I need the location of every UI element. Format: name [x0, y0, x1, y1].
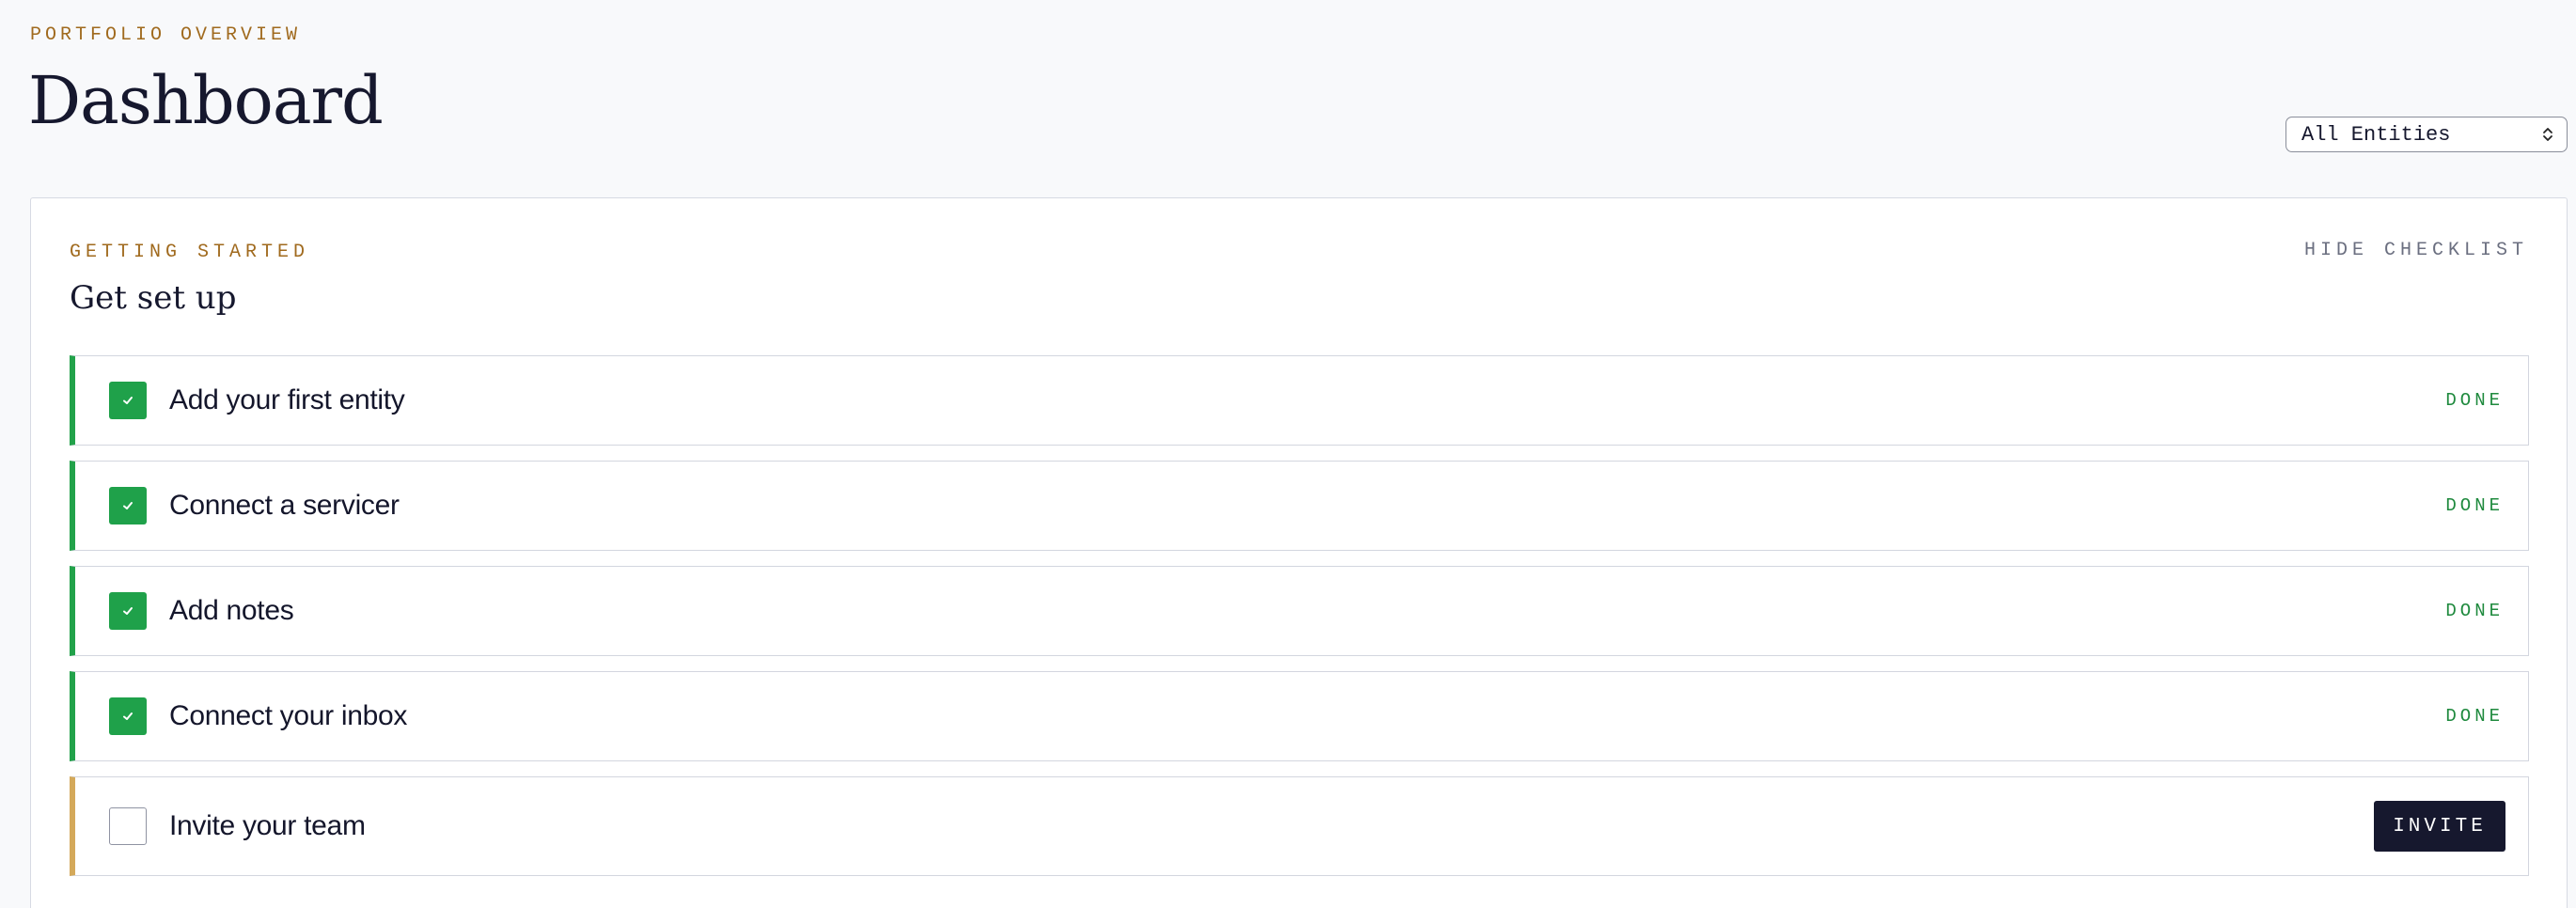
checklist-item-invite-team[interactable]: Invite your team INVITE [70, 776, 2529, 876]
checklist-item-label: Add notes [169, 595, 294, 626]
check-icon[interactable] [109, 487, 147, 524]
checklist-item-label: Invite your team [169, 810, 366, 841]
status-badge: DONE [2445, 706, 2504, 727]
status-badge: DONE [2445, 601, 2504, 621]
check-icon[interactable] [109, 382, 147, 419]
entity-select[interactable]: All Entities [2285, 117, 2568, 152]
status-badge: DONE [2445, 390, 2504, 411]
checklist-item-label: Connect a servicer [169, 490, 400, 521]
page-title: Dashboard [28, 62, 384, 139]
page-eyebrow: PORTFOLIO OVERVIEW [30, 24, 302, 46]
checklist-item-connect-inbox[interactable]: Connect your inbox DONE [70, 671, 2529, 761]
card-eyebrow: GETTING STARTED [70, 242, 310, 263]
invite-button[interactable]: INVITE [2374, 801, 2505, 852]
getting-started-card: GETTING STARTED HIDE CHECKLIST Get set u… [30, 197, 2568, 908]
status-badge: DONE [2445, 495, 2504, 516]
checklist-item-add-entity[interactable]: Add your first entity DONE [70, 355, 2529, 446]
checklist-item-label: Add your first entity [169, 384, 405, 415]
card-title: Get set up [70, 279, 237, 317]
check-icon[interactable] [109, 697, 147, 735]
entity-select-value: All Entities [2301, 122, 2451, 147]
checklist-item-add-notes[interactable]: Add notes DONE [70, 566, 2529, 656]
checklist-item-connect-servicer[interactable]: Connect a servicer DONE [70, 461, 2529, 551]
checkbox-icon[interactable] [109, 807, 147, 845]
check-icon[interactable] [109, 592, 147, 630]
dashboard-page: PORTFOLIO OVERVIEW Dashboard All Entitie… [0, 0, 2576, 908]
checklist-item-label: Connect your inbox [169, 700, 408, 731]
chevron-up-down-icon [2542, 126, 2553, 143]
hide-checklist-link[interactable]: HIDE CHECKLIST [2304, 240, 2528, 261]
